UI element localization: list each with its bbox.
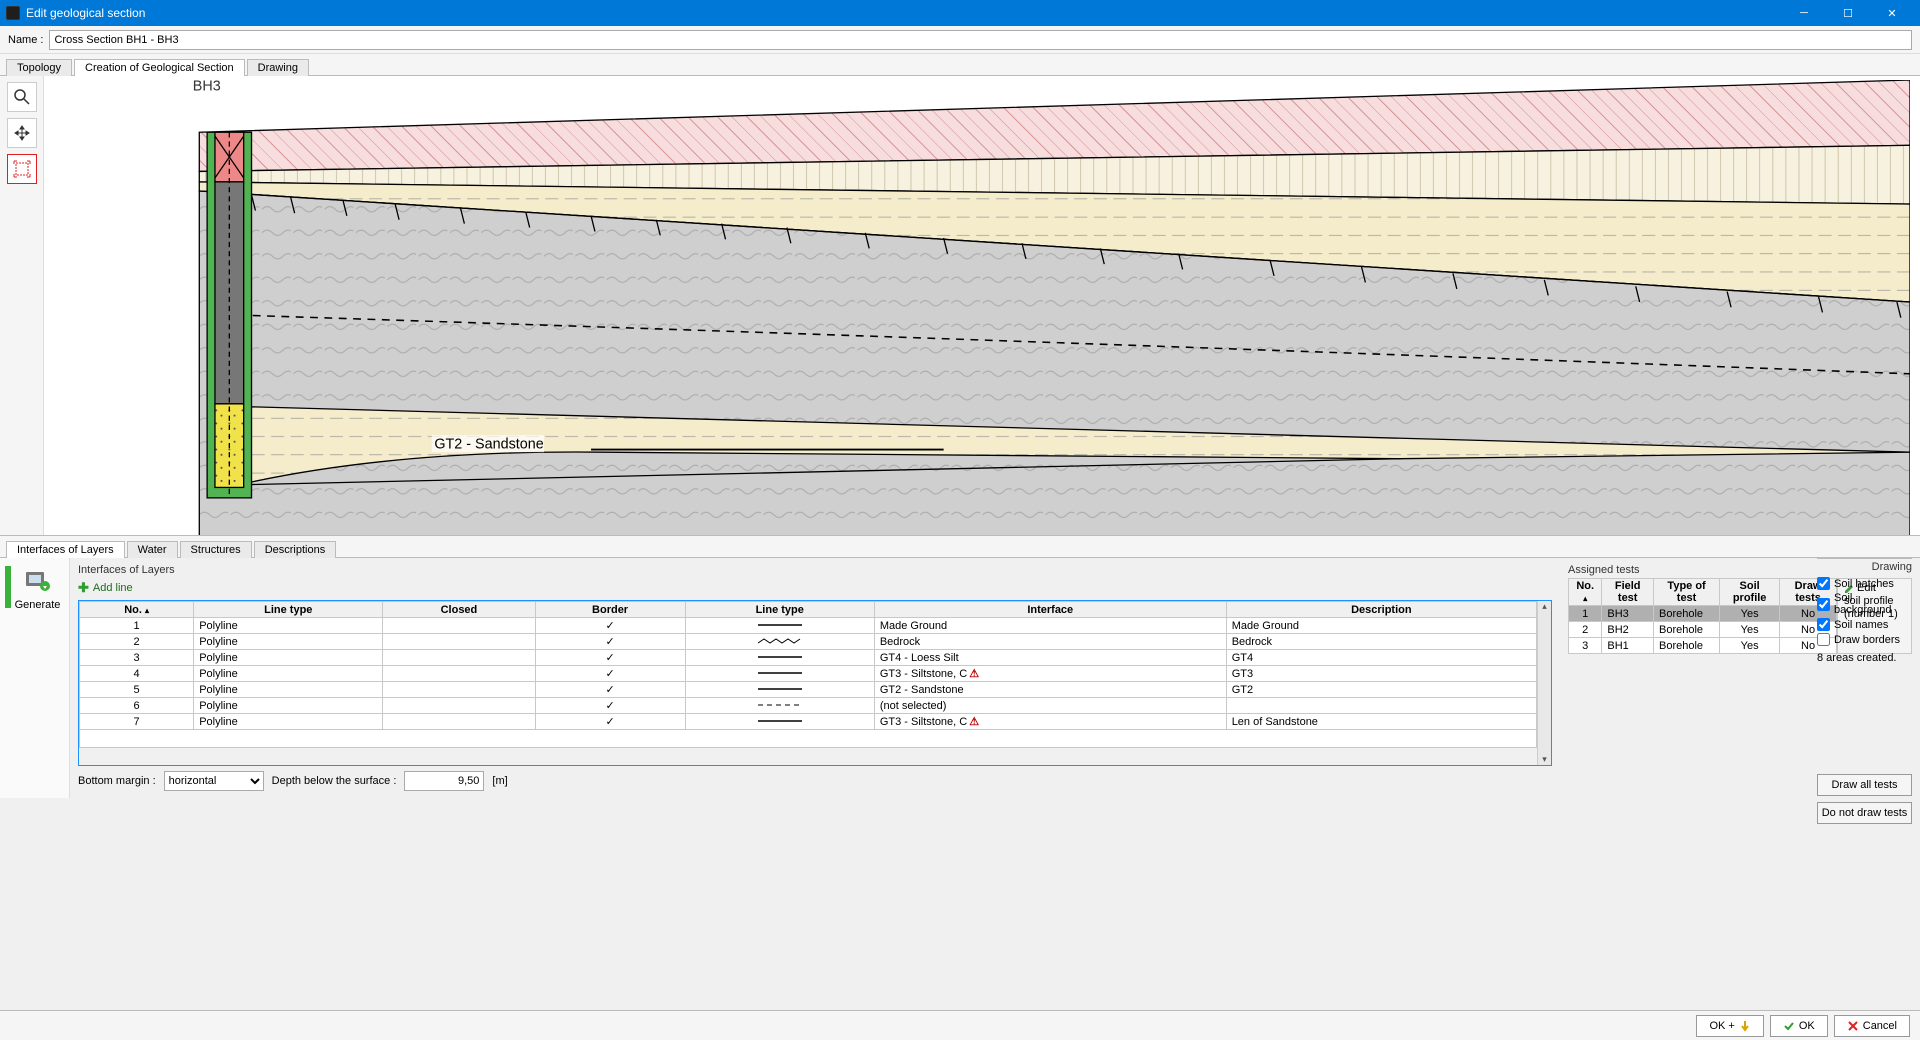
generate-column: Generate — [0, 558, 70, 798]
maximize-button[interactable]: ☐ — [1826, 0, 1870, 26]
subtab-interfaces[interactable]: Interfaces of Layers — [6, 541, 125, 558]
table-row[interactable]: 6Polyline✓(not selected) — [80, 698, 1537, 714]
table-row[interactable]: 7Polyline✓GT3 - Siltstone, C⚠Len of Sand… — [80, 714, 1537, 730]
tab-creation[interactable]: Creation of Geological Section — [74, 59, 245, 76]
assigned-header[interactable]: Field test — [1602, 579, 1654, 606]
name-row: Name : — [0, 26, 1920, 54]
ok-button[interactable]: OK — [1770, 1015, 1828, 1037]
bottom-margin-select[interactable]: horizontal — [164, 771, 264, 791]
pan-tool[interactable] — [7, 118, 37, 148]
subtab-structures[interactable]: Structures — [180, 541, 252, 558]
depth-unit: [m] — [492, 775, 507, 787]
table-row[interactable]: 1BH3BoreholeYesNo — [1569, 606, 1837, 622]
sub-tabs: Interfaces of Layers Water Structures De… — [0, 536, 1920, 558]
interfaces-header[interactable]: Line type — [685, 602, 874, 618]
window-title: Edit geological section — [26, 6, 1782, 20]
assigned-header[interactable]: Soil profile — [1720, 579, 1780, 606]
check-icon — [1783, 1020, 1795, 1032]
drawing-option[interactable]: Draw borders — [1817, 633, 1912, 646]
magnifier-icon — [13, 88, 31, 106]
checkbox[interactable] — [1817, 618, 1830, 631]
toolstrip — [0, 76, 44, 535]
drawing-heading: Drawing — [1817, 558, 1912, 573]
lens-label: GT2 - Sandstone — [434, 436, 543, 452]
extent-tool[interactable] — [7, 154, 37, 184]
table-row[interactable]: 3Polyline✓GT4 - Loess SiltGT4 — [80, 650, 1537, 666]
bottom-margin-label: Bottom margin : — [78, 775, 156, 787]
assigned-header[interactable]: Type of test — [1653, 579, 1719, 606]
interfaces-group-label: Interfaces of Layers — [78, 564, 1552, 576]
interfaces-table[interactable]: No. ▴Line typeClosedBorderLine typeInter… — [79, 601, 1537, 748]
interfaces-table-wrap: No. ▴Line typeClosedBorderLine typeInter… — [78, 600, 1552, 766]
interfaces-scrollbar[interactable]: ▴▾ — [1537, 601, 1551, 765]
plus-icon: ✚ — [78, 580, 89, 596]
table-row[interactable]: 4Polyline✓GT3 - Siltstone, C⚠GT3 — [80, 666, 1537, 682]
zoom-tool[interactable] — [7, 82, 37, 112]
table-row[interactable]: 2Polyline✓BedrockBedrock — [80, 634, 1537, 650]
cancel-button[interactable]: Cancel — [1834, 1015, 1910, 1037]
add-line-label: Add line — [93, 582, 133, 594]
assigned-header[interactable]: No. ▴ — [1569, 579, 1602, 606]
generate-button[interactable]: Generate — [11, 566, 65, 611]
checkbox[interactable] — [1817, 577, 1830, 590]
drawing-option[interactable]: Soil hatches — [1817, 577, 1912, 590]
table-row[interactable]: 5Polyline✓GT2 - SandstoneGT2 — [80, 682, 1537, 698]
lower-panels: Generate Interfaces of Layers ✚ Add line… — [0, 558, 1920, 798]
drawing-option[interactable]: Soil background — [1817, 592, 1912, 616]
interfaces-header[interactable]: No. ▴ — [80, 602, 194, 618]
bh-label: BH3 — [193, 80, 221, 94]
generate-icon — [11, 566, 65, 599]
window-titlebar: Edit geological section ─ ☐ ✕ — [0, 0, 1920, 26]
app-icon — [6, 6, 20, 20]
drawing-panel: Drawing Soil hatches Soil background Soi… — [1817, 558, 1912, 824]
canvas-wrap[interactable]: BH3 GT2 - Sandstone — [44, 76, 1920, 535]
tab-drawing[interactable]: Drawing — [247, 59, 309, 76]
bottom-controls: Bottom margin : horizontal Depth below t… — [78, 766, 1552, 792]
draw-all-tests-button[interactable]: Draw all tests — [1817, 774, 1912, 796]
interfaces-header[interactable]: Interface — [874, 602, 1226, 618]
footer: OK + OK Cancel — [0, 1010, 1920, 1040]
drawing-info: 8 areas created. — [1817, 652, 1912, 664]
assigned-table[interactable]: No. ▴Field testType of testSoil profileD… — [1568, 578, 1837, 654]
table-row[interactable]: 1Polyline✓Made GroundMade Ground — [80, 618, 1537, 634]
table-row[interactable]: 3BH1BoreholeYesNo — [1569, 638, 1837, 654]
name-input[interactable] — [49, 30, 1912, 50]
add-line-button[interactable]: ✚ Add line — [78, 578, 1552, 598]
do-not-draw-tests-button[interactable]: Do not draw tests — [1817, 802, 1912, 824]
workspace: BH3 GT2 - Sandstone — [0, 76, 1920, 536]
interfaces-area: Interfaces of Layers ✚ Add line No. ▴Lin… — [70, 558, 1560, 798]
interfaces-header[interactable]: Description — [1226, 602, 1536, 618]
tab-topology[interactable]: Topology — [6, 59, 72, 76]
move-icon — [13, 124, 31, 142]
subtab-descriptions[interactable]: Descriptions — [254, 541, 337, 558]
x-icon — [1847, 1020, 1859, 1032]
section-canvas: BH3 GT2 - Sandstone — [134, 80, 1910, 535]
interfaces-header[interactable]: Border — [535, 602, 685, 618]
table-row[interactable]: 2BH2BoreholeYesNo — [1569, 622, 1837, 638]
depth-input[interactable] — [404, 771, 484, 791]
interfaces-header[interactable]: Line type — [194, 602, 383, 618]
subtab-water[interactable]: Water — [127, 541, 178, 558]
checkbox[interactable] — [1817, 598, 1830, 611]
checkbox[interactable] — [1817, 633, 1830, 646]
interfaces-header[interactable]: Closed — [383, 602, 535, 618]
extent-icon — [13, 160, 31, 178]
ok-plus-button[interactable]: OK + — [1696, 1015, 1763, 1037]
main-tabs: Topology Creation of Geological Section … — [0, 54, 1920, 76]
arrow-down-icon — [1739, 1020, 1751, 1032]
close-button[interactable]: ✕ — [1870, 0, 1914, 26]
depth-label: Depth below the surface : — [272, 775, 397, 787]
generate-label: Generate — [11, 599, 65, 611]
drawing-option[interactable]: Soil names — [1817, 618, 1912, 631]
minimize-button[interactable]: ─ — [1782, 0, 1826, 26]
name-label: Name : — [8, 34, 43, 46]
